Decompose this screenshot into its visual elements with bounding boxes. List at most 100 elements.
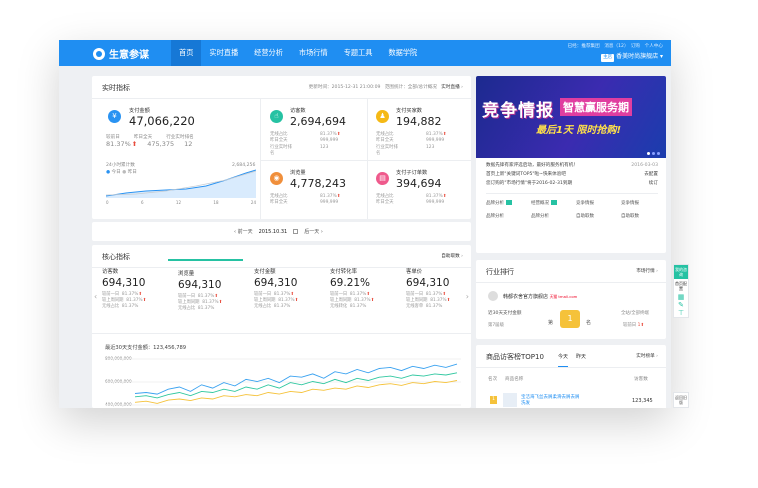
tick: 24	[250, 200, 256, 205]
promo-panel: 竞争情报 智慧赢服务期 最后1天 限时抢购! 数据先锋有家评选启动，最好的服务机…	[476, 76, 666, 253]
nav-business[interactable]: 经营分析	[246, 40, 291, 66]
top10-tabs: 今天 昨天	[558, 353, 586, 367]
tab-value: 694,310	[178, 279, 222, 291]
shortcut[interactable]: 品牌分析	[486, 200, 531, 206]
row-rate: 81.37%	[425, 304, 443, 310]
row-value: 81.37%	[426, 132, 443, 137]
row-value: 81.37%	[426, 194, 443, 199]
core-tab-conversion[interactable]: 支付转化率 69.21% 较前一日 81.37%⬆ 较上周同期 81.37%⬆ …	[320, 259, 395, 319]
news-action[interactable]: 续订	[649, 179, 658, 188]
row-label: 较前一日	[254, 292, 272, 297]
tab-value: 694,310	[102, 277, 146, 289]
next-day-button[interactable]: 后一天 ›	[304, 228, 323, 235]
row-rate: 81.37%	[126, 298, 143, 304]
row-label: 行业实时排名	[270, 144, 292, 157]
shortcut[interactable]: 自助取数	[576, 213, 621, 219]
news-text: 数据先锋有家评选启动，最好的服务机有机！	[486, 163, 578, 168]
industry-row-label: 近30天支付金额	[488, 311, 522, 316]
industry-link[interactable]: 市场行情 ›	[636, 268, 658, 274]
date-value[interactable]: 2015.10.31	[259, 229, 288, 235]
edit-icon[interactable]: ✎	[674, 301, 688, 309]
row-label: 较上周同期	[330, 298, 352, 304]
core-tab-pageviews[interactable]: 浏览量 694,310 较前一日 81.37%⬆ 较上周同期 81.37%⬆ 无…	[168, 259, 243, 319]
row-label: 行业实时排名	[376, 144, 398, 157]
prev-full-value: 475,375	[147, 140, 175, 148]
main-nav: 首页 实时直播 经营分析 市场行情 专题工具 数据学院	[171, 40, 425, 66]
live-link[interactable]: 实时直播	[441, 85, 459, 90]
prev-day-label: 前一天	[237, 229, 253, 235]
realtime-area-chart	[106, 169, 256, 198]
shop-avatar	[488, 291, 498, 301]
tick: 0	[106, 200, 109, 205]
top-nav-bar: 生意参谋 首页 实时直播 经营分析 市场行情 专题工具 数据学院 已经：推荐集团…	[59, 40, 671, 66]
shortcut[interactable]: 品牌分析	[531, 213, 576, 219]
home-config-button[interactable]: 首页配置	[674, 279, 688, 293]
row-label: 较前一日	[178, 294, 196, 299]
banner-sub: 最后1天 限时抢购!	[536, 125, 621, 136]
news-action[interactable]: 去配置	[644, 170, 658, 179]
core-tab-aov[interactable]: 客单价 694,310 较前一日 81.37%⬆ 较上周同期 81.37%⬆ 无…	[396, 259, 471, 319]
shortcut-label: 品牌分析	[486, 201, 504, 206]
nav-academy[interactable]: 数据学院	[380, 40, 425, 66]
shortcut[interactable]: 经营概况	[531, 200, 576, 206]
shortcut[interactable]: 竞争情报	[576, 200, 621, 206]
shortcut[interactable]: 品牌分析	[486, 213, 531, 219]
nav-realtime[interactable]: 实时直播	[201, 40, 246, 66]
metric-value: 2,694,694	[290, 115, 346, 128]
logo[interactable]: 生意参谋	[93, 46, 149, 61]
news-item[interactable]: 首页上新"关键词TOP5"啦~快来体验吧 去配置	[486, 170, 658, 179]
top-icon[interactable]: ⊤	[674, 309, 688, 317]
promo-banner[interactable]: 竞争情报 智慧赢服务期 最后1天 限时抢购!	[476, 76, 666, 158]
tmall-badge: 天猫 tmall.com	[549, 294, 578, 299]
news-text: 首页上新"关键词TOP5"啦~快来体验吧	[486, 172, 566, 178]
user-links[interactable]: 已经：推荐集团 消息（12） 订购 个人中心	[568, 43, 663, 51]
shop-name[interactable]: 香美时尚旗舰店	[616, 53, 658, 60]
top10-link[interactable]: 实时榜单 ›	[636, 353, 658, 359]
tab-yesterday[interactable]: 昨天	[576, 353, 586, 367]
qr-icon[interactable]: ▦	[674, 293, 688, 301]
news-date: 2016-03-03	[631, 163, 658, 168]
tick: 12	[175, 200, 181, 205]
tab-today[interactable]: 今天	[558, 353, 569, 367]
core-tab-visitors[interactable]: 访客数 694,310 较前一日 81.37%⬆ 较上周同期 81.37%⬆ 无…	[92, 259, 167, 319]
tab-value: 694,310	[406, 277, 450, 289]
row-rate: 81.37%	[197, 306, 215, 312]
trend-title: 最近30天支付金额：123,456,789	[105, 345, 187, 351]
col-rank: 名次	[488, 377, 498, 382]
banner-headline: 竞争情报	[482, 101, 554, 121]
metric-name: 浏览量	[290, 170, 306, 176]
pay-amount-value: 47,066,220	[129, 114, 195, 128]
consult-button[interactable]: 我的咨询	[674, 265, 688, 279]
eye-icon: ◉	[270, 172, 283, 185]
nav-tools[interactable]: 专题工具	[336, 40, 381, 66]
shortcut[interactable]: 自助取数	[621, 213, 666, 219]
date-switcher: ‹ 前一天 2015.10.31 后一天 ›	[92, 222, 471, 241]
prev-day-button[interactable]: ‹ 前一天	[234, 228, 253, 235]
meta-range: 范围统计：全部/总计概况	[384, 85, 437, 90]
row-label: 无线占比	[254, 304, 272, 310]
news-item[interactable]: 您订购的"市场行情"将于2016-02-31到期 续订	[486, 179, 658, 188]
trend-line-chart	[105, 358, 461, 406]
banner-tag: 智慧赢服务期	[560, 98, 632, 116]
metric-value: 394,694	[396, 177, 442, 190]
row-label: 较上周同期	[254, 298, 276, 304]
nav-market[interactable]: 市场行情	[291, 40, 336, 66]
shortcut[interactable]: 竞争情报	[621, 200, 666, 206]
tab-name: 客单价	[406, 269, 423, 275]
calendar-icon[interactable]	[293, 229, 299, 234]
news-item[interactable]: 数据先锋有家评选启动，最好的服务机有机！ 2016-03-03	[486, 161, 658, 170]
carousel-dots[interactable]	[647, 152, 660, 155]
yen-icon: ¥	[108, 110, 121, 123]
nav-home[interactable]: 首页	[171, 40, 202, 66]
back-old-version[interactable]: 返回旧版	[673, 392, 689, 408]
row-label: 较上周同期	[102, 298, 124, 304]
shop-badge: 主店	[601, 54, 615, 62]
product-name[interactable]: 宝洁海飞丝去屑柔滑去屑去屑洗发	[521, 395, 581, 407]
row-label: 较上周同期	[178, 300, 200, 306]
core-tab-payment[interactable]: 支付金额 694,310 较前一日 81.37%⬆ 较上周同期 81.37%⬆ …	[244, 259, 319, 319]
industry-shop[interactable]: 韩都衣舍官方旗舰店	[503, 294, 548, 300]
col-name: 商品名称	[505, 377, 524, 382]
row-value: 81.37%	[320, 132, 337, 137]
tab-name: 支付转化率	[330, 269, 357, 275]
row-label: 较上周同期	[406, 298, 428, 304]
